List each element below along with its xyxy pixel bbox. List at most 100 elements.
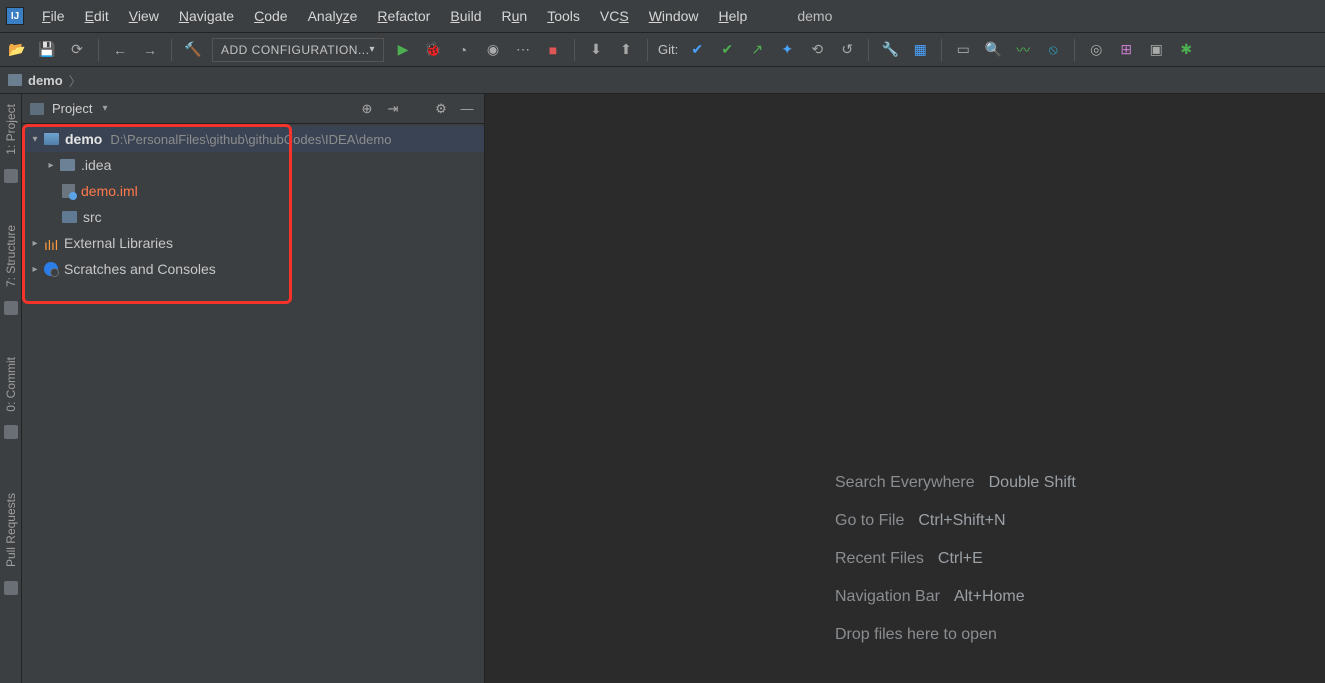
menu-refactor[interactable]: Refactor bbox=[369, 4, 438, 28]
hint-drop: Drop files here to open bbox=[835, 616, 997, 654]
run-config-selector[interactable]: ADD CONFIGURATION...▾ bbox=[212, 38, 384, 62]
project-tree[interactable]: ▾ demo D:\PersonalFiles\github\githubCod… bbox=[22, 124, 484, 683]
hint-recent-key: Ctrl+E bbox=[938, 540, 983, 578]
structure-icon[interactable]: ▦ bbox=[909, 39, 931, 61]
project-panel-title[interactable]: Project bbox=[52, 101, 92, 116]
hint-nav-label: Navigation Bar bbox=[835, 578, 940, 616]
tree-node-label: demo.iml bbox=[81, 183, 138, 199]
stop-icon[interactable]: ■ bbox=[542, 39, 564, 61]
menu-help[interactable]: Help bbox=[711, 4, 756, 28]
git-pull-icon[interactable]: ✔ bbox=[686, 39, 708, 61]
git-revert-icon[interactable]: ↺ bbox=[836, 39, 858, 61]
vcs-update-icon[interactable]: ⬇ bbox=[585, 39, 607, 61]
rail-structure-icon bbox=[4, 301, 18, 315]
chevron-collapsed-icon[interactable]: ▸ bbox=[44, 160, 58, 171]
menu-file[interactable]: File bbox=[34, 4, 73, 28]
tree-node-external-libraries[interactable]: ▸ ılıl External Libraries bbox=[22, 230, 484, 256]
plugins-icon[interactable]: ◎ bbox=[1085, 39, 1107, 61]
menu-navigate[interactable]: Navigate bbox=[171, 4, 242, 28]
libraries-icon: ılıl bbox=[44, 237, 58, 249]
attach-icon[interactable]: ⋯ bbox=[512, 39, 534, 61]
run-icon[interactable]: ▶ bbox=[392, 39, 414, 61]
gear-icon[interactable]: ⚙ bbox=[432, 100, 450, 118]
wrench-icon[interactable]: 🔧 bbox=[879, 39, 901, 61]
folder-icon bbox=[62, 211, 77, 223]
folder-icon bbox=[60, 159, 75, 171]
chevron-collapsed-icon[interactable]: ▸ bbox=[28, 264, 42, 275]
rail-project-icon bbox=[4, 169, 18, 183]
panel-icon bbox=[30, 103, 44, 115]
git-push-icon[interactable]: ↗ bbox=[746, 39, 768, 61]
locate-icon[interactable]: ⊕ bbox=[358, 100, 376, 118]
module-folder-icon bbox=[44, 133, 59, 145]
more-icon[interactable]: ▣ bbox=[1145, 39, 1167, 61]
hint-goto-label: Go to File bbox=[835, 502, 904, 540]
window-project-name: demo bbox=[797, 8, 832, 24]
tree-node-scratches[interactable]: ▸ Scratches and Consoles bbox=[22, 256, 484, 282]
tree-node-src[interactable]: src bbox=[22, 204, 484, 230]
puzzle-icon[interactable]: ✱ bbox=[1175, 39, 1197, 61]
refresh-icon[interactable]: ⟳ bbox=[66, 39, 88, 61]
save-icon[interactable]: 💾 bbox=[36, 39, 58, 61]
tree-node-label: .idea bbox=[81, 157, 111, 173]
folder-icon bbox=[8, 74, 22, 86]
back-icon[interactable]: ← bbox=[109, 39, 131, 61]
chevron-down-icon: ▾ bbox=[369, 44, 375, 55]
tree-root[interactable]: ▾ demo D:\PersonalFiles\github\githubCod… bbox=[22, 126, 484, 152]
git-merge-icon[interactable]: ✦ bbox=[776, 39, 798, 61]
menu-run[interactable]: Run bbox=[494, 4, 536, 28]
tree-node-idea[interactable]: ▸ .idea bbox=[22, 152, 484, 178]
tree-node-iml[interactable]: demo.iml bbox=[22, 178, 484, 204]
editor-empty-state[interactable]: Search Everywhere Double Shift Go to File… bbox=[485, 94, 1325, 683]
rail-project[interactable]: 1: Project bbox=[4, 100, 18, 159]
menu-edit[interactable]: Edit bbox=[77, 4, 117, 28]
git-commit-icon[interactable]: ✔ bbox=[716, 39, 738, 61]
scratches-icon bbox=[44, 262, 58, 276]
menu-tools[interactable]: Tools bbox=[539, 4, 588, 28]
build-icon[interactable]: 🔨 bbox=[182, 39, 204, 61]
chart-icon[interactable]: 〰 bbox=[1012, 39, 1034, 61]
rail-structure[interactable]: 7: Structure bbox=[4, 221, 18, 291]
coverage-icon[interactable]: ◔ bbox=[452, 39, 474, 61]
forward-icon[interactable]: → bbox=[139, 39, 161, 61]
hint-nav-key: Alt+Home bbox=[954, 578, 1025, 616]
empty-state-hints: Search Everywhere Double Shift Go to File… bbox=[835, 464, 1325, 654]
git-label: Git: bbox=[658, 42, 678, 57]
rail-pull-requests[interactable]: Pull Requests bbox=[4, 489, 18, 571]
app-icon: IJ bbox=[6, 7, 24, 25]
menu-vcs[interactable]: VCS bbox=[592, 4, 637, 28]
debug-icon[interactable]: 🐞 bbox=[422, 39, 444, 61]
rail-pull-icon bbox=[4, 581, 18, 595]
sdk-icon[interactable]: ▭ bbox=[952, 39, 974, 61]
stop-circle-icon[interactable]: ⦸ bbox=[1042, 39, 1064, 61]
open-icon[interactable]: 📂 bbox=[6, 39, 28, 61]
git-history-icon[interactable]: ⟲ bbox=[806, 39, 828, 61]
main-toolbar: 📂 💾 ⟳ ← → 🔨 ADD CONFIGURATION...▾ ▶ 🐞 ◔ … bbox=[0, 33, 1325, 67]
profile-icon[interactable]: ◉ bbox=[482, 39, 504, 61]
chevron-expanded-icon[interactable]: ▾ bbox=[28, 134, 42, 145]
grid-icon[interactable]: ⊞ bbox=[1115, 39, 1137, 61]
chevron-collapsed-icon[interactable]: ▸ bbox=[28, 238, 42, 249]
menu-code[interactable]: Code bbox=[246, 4, 295, 28]
collapse-icon[interactable]: ⇥ bbox=[384, 100, 402, 118]
chevron-down-icon[interactable]: ▾ bbox=[102, 103, 107, 114]
menu-analyze[interactable]: Analyze bbox=[300, 4, 366, 28]
vcs-commit-icon[interactable]: ⬆ bbox=[615, 39, 637, 61]
tree-node-label: src bbox=[83, 209, 102, 225]
run-config-label: ADD CONFIGURATION... bbox=[221, 43, 369, 57]
menu-bar: IJ File Edit View Navigate Code Analyze … bbox=[0, 0, 1325, 33]
search-icon[interactable]: 🔍 bbox=[982, 39, 1004, 61]
rail-commit[interactable]: 0: Commit bbox=[4, 353, 18, 416]
menu-build[interactable]: Build bbox=[442, 4, 489, 28]
project-tool-window: Project ▾ ⊕ ⇥ ⚙ — ▾ demo D:\PersonalFile… bbox=[22, 94, 485, 683]
menu-view[interactable]: View bbox=[121, 4, 167, 28]
hint-search-key: Double Shift bbox=[989, 464, 1076, 502]
menu-window[interactable]: Window bbox=[641, 4, 707, 28]
hint-goto-key: Ctrl+Shift+N bbox=[918, 502, 1005, 540]
hint-search-label: Search Everywhere bbox=[835, 464, 975, 502]
tree-root-path: D:\PersonalFiles\github\githubCodes\IDEA… bbox=[110, 132, 391, 147]
minimize-icon[interactable]: — bbox=[458, 100, 476, 118]
navigation-bar[interactable]: demo 〉 bbox=[0, 67, 1325, 94]
breadcrumb-root[interactable]: demo bbox=[28, 73, 63, 88]
project-panel-header: Project ▾ ⊕ ⇥ ⚙ — bbox=[22, 94, 484, 124]
